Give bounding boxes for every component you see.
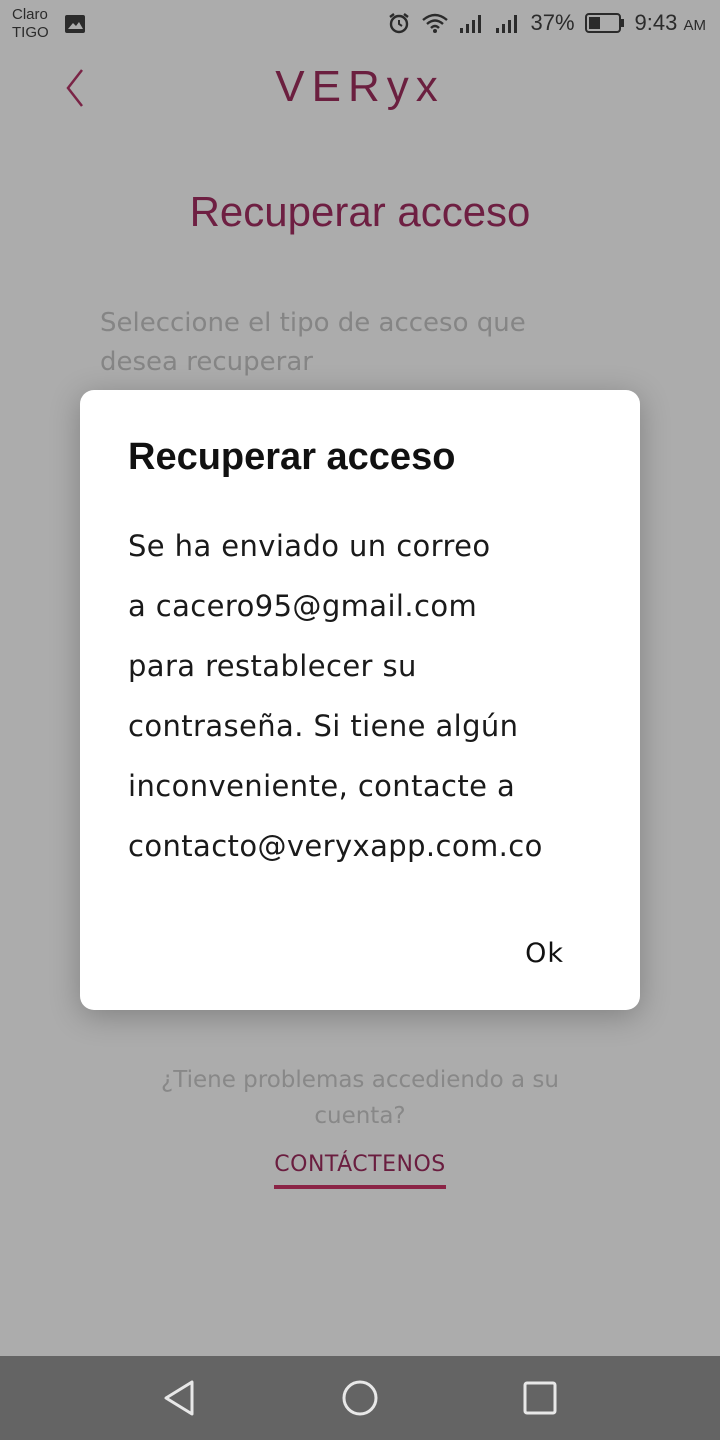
wifi-icon — [421, 13, 448, 33]
image-notification-icon — [65, 15, 85, 33]
system-nav-bar — [0, 1356, 720, 1440]
dialog-message-line: para restablecer su — [128, 649, 417, 683]
nav-home-icon[interactable] — [338, 1376, 382, 1420]
page-title: Recuperar acceso — [189, 188, 531, 235]
alarm-icon — [388, 13, 409, 34]
help-text-line-2: cuenta? — [314, 1103, 406, 1129]
help-text-line-1: ¿Tiene problemas accediendo a su — [161, 1067, 559, 1093]
ok-button[interactable]: Ok — [525, 938, 564, 969]
status-icons: 37% 9:43 AM — [387, 10, 706, 36]
clock-time: 9:43 — [634, 10, 678, 35]
signal-icon-2 — [495, 15, 517, 33]
clock: 9:43 AM — [635, 10, 706, 36]
instruction-text: Seleccione el tipo de acceso que desea r… — [100, 308, 526, 377]
clock-suffix: AM — [683, 17, 707, 34]
dialog-message-line: Se ha enviado un correo — [128, 529, 491, 563]
battery-percent: 37% — [530, 10, 575, 35]
dialog-message-line: a cacero95@gmail.com — [128, 589, 478, 623]
app-header: VERyx — [0, 52, 720, 132]
dialog-message: Se ha enviado un correo a cacero95@gmail… — [128, 516, 618, 876]
contact-link-wrapper: CONTÁCTENOS — [0, 1152, 720, 1189]
status-bar: Claro TIGO 37% 9:43 AM — [0, 0, 720, 52]
help-text: ¿Tiene problemas accediendo a su cuenta? — [0, 1062, 720, 1134]
signal-icon-1 — [459, 15, 481, 33]
app-logo: VERyx — [275, 62, 445, 111]
dialog-title: Recuperar acceso — [128, 436, 456, 478]
carrier-label: Claro TIGO — [12, 6, 49, 42]
battery-icon — [584, 13, 624, 33]
dialog-message-line: contraseña. Si tiene algún — [128, 709, 519, 743]
dialog-message-line: inconveniente, contacte a — [128, 769, 516, 803]
carrier-line-1: Claro — [12, 6, 48, 23]
nav-recents-icon[interactable] — [518, 1376, 562, 1420]
contact-us-link[interactable]: CONTÁCTENOS — [274, 1152, 446, 1189]
carrier-line-2: TIGO — [12, 24, 49, 41]
nav-back-icon[interactable] — [158, 1376, 202, 1420]
recover-access-dialog: Recuperar acceso Se ha enviado un correo… — [80, 390, 640, 1010]
dialog-message-line: contacto@veryxapp.com.co — [128, 829, 543, 863]
